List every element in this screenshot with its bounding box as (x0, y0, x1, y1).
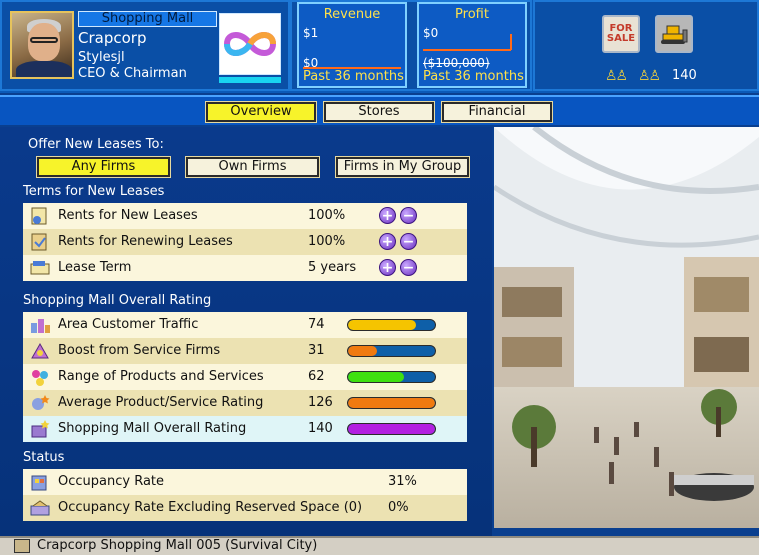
tab-stores[interactable]: Stores (324, 102, 434, 122)
overall-rating-icon (31, 420, 50, 438)
rating-bar-fill (348, 398, 435, 408)
terms-row-label: Rents for Renewing Leases (58, 234, 233, 249)
increase-button[interactable]: + (379, 233, 396, 250)
status-row-value: 0% (388, 500, 409, 515)
tab-financial[interactable]: Financial (442, 102, 552, 122)
terms-table: Rents for New Leases 100% + − Rents for … (23, 203, 467, 281)
rating-bar (347, 319, 436, 331)
decrease-button[interactable]: − (400, 233, 417, 250)
offer-group-firms-button[interactable]: Firms in My Group (336, 157, 469, 177)
terms-row-value: 100% (308, 234, 346, 249)
status-row-label: Occupancy Rate Excluding Reserved Space … (58, 500, 363, 515)
company-type-label: Shopping Mall (78, 11, 217, 27)
company-logo[interactable] (219, 13, 281, 75)
offer-any-firms-button[interactable]: Any Firms (37, 157, 170, 177)
rent-scroll-icon (31, 207, 47, 225)
rating-bar-fill (348, 320, 416, 330)
bulldozer-icon (661, 25, 688, 44)
terms-row-label: Rents for New Leases (58, 208, 198, 223)
rating-row-value: 31 (308, 343, 325, 358)
company-panel: Shopping Mall Crapcorp Stylesjl CEO & Ch… (0, 0, 290, 91)
revenue-chart[interactable]: Revenue $1 $0 Past 36 months (297, 2, 407, 88)
profit-chart-footer: Past 36 months (423, 69, 524, 84)
rating-bar-fill (348, 424, 435, 434)
revenue-chart-footer: Past 36 months (303, 69, 404, 84)
mall-interior-illustration (494, 127, 759, 528)
ceo-avatar[interactable] (10, 11, 74, 79)
decrease-button[interactable]: − (400, 207, 417, 224)
table-row: Occupancy Rate Excluding Reserved Space … (23, 495, 467, 521)
terms-row-value: 100% (308, 208, 346, 223)
reserved-space-icon (30, 500, 50, 516)
product-range-icon (32, 370, 48, 386)
company-name: Crapcorp (78, 29, 147, 47)
status-row-value: 31% (388, 474, 417, 489)
status-heading: Status (23, 450, 65, 465)
rating-row-value: 62 (308, 369, 325, 384)
rating-row-label: Shopping Mall Overall Rating (58, 421, 247, 436)
terms-row-value: 5 years (308, 260, 357, 275)
terms-heading: Terms for New Leases (23, 184, 165, 199)
service-boost-icon (31, 342, 49, 359)
rating-row-label: Range of Products and Services (58, 369, 264, 384)
tab-overview[interactable]: Overview (206, 102, 316, 122)
demolish-button[interactable] (655, 15, 693, 53)
rating-row-value: 74 (308, 317, 325, 332)
rating-bar (347, 345, 436, 357)
table-row: Rents for Renewing Leases 100% + − (23, 229, 467, 255)
decrease-button[interactable]: − (400, 259, 417, 276)
ceo-title: CEO & Chairman (78, 66, 187, 81)
actions-panel: FOR SALE ♙♙ ♙♙ 140 (533, 0, 759, 91)
for-sale-button[interactable]: FOR SALE (602, 15, 640, 53)
infinity-logo-icon (223, 32, 277, 56)
offer-heading: Offer New Leases To: (28, 137, 164, 152)
status-bar-text: Crapcorp Shopping Mall 005 (Survival Cit… (37, 538, 318, 553)
employee-count: 140 (672, 68, 697, 83)
logo-underline (219, 77, 281, 83)
renew-scroll-icon (31, 233, 47, 251)
table-row: Lease Term 5 years + − (23, 255, 467, 281)
traffic-icon (31, 319, 50, 333)
rating-row-label: Boost from Service Firms (58, 343, 221, 358)
shopping-mall-image (494, 127, 759, 528)
increase-button[interactable]: + (379, 259, 396, 276)
rating-bar (347, 423, 436, 435)
terms-row-label: Lease Term (58, 260, 132, 275)
table-row: Average Product/Service Rating 126 (23, 390, 467, 416)
profit-chart[interactable]: Profit $0 ($100,000) Past 36 months (417, 2, 527, 88)
table-row: Range of Products and Services 62 (23, 364, 467, 390)
rating-row-label: Area Customer Traffic (58, 317, 199, 332)
lease-document-icon (30, 261, 50, 275)
increase-button[interactable]: + (379, 207, 396, 224)
rating-row-value: 126 (308, 395, 333, 410)
people-icon: ♙♙ (638, 68, 661, 84)
rating-table: Area Customer Traffic 74 Boost from Serv… (23, 312, 467, 442)
rating-bar (347, 371, 436, 383)
building-icon[interactable] (14, 539, 30, 553)
for-sale-sign-icon: FOR SALE (606, 23, 636, 44)
offer-own-firms-button[interactable]: Own Firms (186, 157, 319, 177)
rating-bar-fill (348, 372, 404, 382)
overview-panel: Offer New Leases To: Any Firms Own Firms… (0, 127, 492, 536)
table-row: Boost from Service Firms 31 (23, 338, 467, 364)
header: Shopping Mall Crapcorp Stylesjl CEO & Ch… (0, 0, 759, 93)
table-row: Rents for New Leases 100% + − (23, 203, 467, 229)
product-rating-icon (32, 395, 50, 410)
rating-bar (347, 397, 436, 409)
tab-bar: Overview Stores Financial (0, 95, 759, 125)
rating-row-value: 140 (308, 421, 333, 436)
people-icon: ♙♙ (605, 68, 628, 84)
occupancy-icon (31, 475, 47, 491)
rating-row-label: Average Product/Service Rating (58, 395, 264, 410)
rating-bar-fill (348, 346, 377, 356)
status-bar: Crapcorp Shopping Mall 005 (Survival Cit… (0, 536, 759, 555)
table-row: Shopping Mall Overall Rating 140 (23, 416, 467, 442)
status-row-label: Occupancy Rate (58, 474, 165, 489)
table-row: Occupancy Rate 31% (23, 469, 467, 495)
rating-heading: Shopping Mall Overall Rating (23, 293, 212, 308)
ceo-name: Stylesjl (78, 50, 125, 65)
table-row: Area Customer Traffic 74 (23, 312, 467, 338)
status-table: Occupancy Rate 31% Occupancy Rate Exclud… (23, 469, 467, 521)
